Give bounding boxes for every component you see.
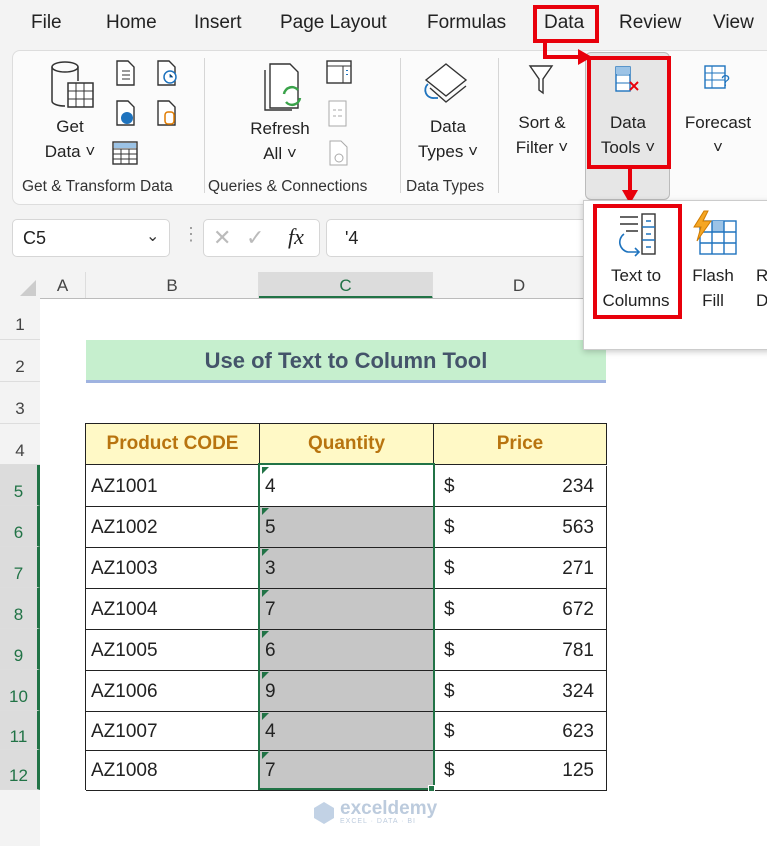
row-header-8[interactable]: 8 — [0, 588, 40, 629]
currency-symbol: $ — [444, 558, 455, 579]
enter-check-icon[interactable]: ✓ — [246, 225, 264, 251]
currency-symbol: $ — [444, 599, 455, 620]
cell-product-code[interactable]: AZ1006 — [86, 671, 260, 712]
cell-price[interactable]: $125 — [434, 751, 607, 791]
price-value: 623 — [562, 721, 594, 742]
row-header-6[interactable]: 6 — [0, 506, 40, 547]
remove-duplicates-label-1: Remove — [756, 263, 767, 288]
row-header-4[interactable]: 4 — [0, 424, 40, 465]
exceldemy-logo-icon — [314, 801, 334, 824]
cell-product-code[interactable]: AZ1007 — [86, 712, 260, 751]
insert-function-icon[interactable]: fx — [288, 224, 304, 250]
more-options-icon[interactable]: ⋮ — [182, 224, 200, 245]
flash-fill-button[interactable]: Flash Fill — [682, 263, 744, 313]
row-header-11[interactable]: 11 — [0, 711, 40, 750]
watermark-logo: exceldemy EXCEL · DATA · BI — [312, 798, 438, 825]
flash-fill-label-1: Flash — [692, 266, 734, 285]
header-quantity[interactable]: Quantity — [260, 424, 434, 465]
cell-product-code[interactable]: AZ1005 — [86, 630, 260, 671]
row-header-3[interactable]: 3 — [0, 382, 40, 424]
cell-price[interactable]: $623 — [434, 712, 607, 751]
currency-symbol: $ — [444, 681, 455, 702]
formula-value: '4 — [345, 228, 359, 248]
price-value: 781 — [562, 640, 594, 661]
currency-symbol: $ — [444, 760, 455, 781]
cell-price[interactable]: $271 — [434, 548, 607, 589]
cell-price[interactable]: $781 — [434, 630, 607, 671]
cell-price[interactable]: $563 — [434, 507, 607, 548]
remove-duplicates-button[interactable]: RemoveDuplicates — [756, 263, 767, 313]
sheet-title[interactable]: Use of Text to Column Tool — [86, 340, 606, 383]
highlight-text-to-columns — [593, 204, 682, 319]
column-header-d[interactable]: D — [433, 272, 606, 299]
column-header-b[interactable]: B — [86, 272, 259, 299]
row-header-12[interactable]: 12 — [0, 750, 40, 790]
row-header-10[interactable]: 10 — [0, 670, 40, 711]
currency-symbol: $ — [444, 640, 455, 661]
price-value: 125 — [562, 760, 594, 781]
price-value: 324 — [562, 681, 594, 702]
row-header-1[interactable]: 1 — [0, 298, 40, 340]
cell-product-code[interactable]: AZ1001 — [86, 466, 260, 507]
row-header-7[interactable]: 7 — [0, 547, 40, 588]
price-value: 234 — [562, 476, 594, 497]
row-header-5[interactable]: 5 — [0, 465, 40, 506]
price-value: 271 — [562, 558, 594, 579]
annotation-arrows — [543, 43, 638, 204]
watermark-name: exceldemy — [340, 798, 438, 819]
currency-symbol: $ — [444, 721, 455, 742]
cell-product-code[interactable]: AZ1003 — [86, 548, 260, 589]
name-box-value: C5 — [23, 228, 47, 248]
column-header-c[interactable]: C — [259, 272, 433, 299]
cell-product-code[interactable]: AZ1004 — [86, 589, 260, 630]
currency-symbol: $ — [444, 476, 455, 497]
cell-product-code[interactable]: AZ1008 — [86, 751, 260, 791]
flash-fill-label-2: Fill — [702, 291, 724, 310]
remove-duplicates-label-2: Duplicates — [756, 288, 767, 313]
select-all-corner[interactable] — [0, 272, 40, 299]
row-header-2[interactable]: 2 — [0, 340, 40, 382]
watermark-tagline: EXCEL · DATA · BI — [340, 818, 416, 825]
column-header-a[interactable]: A — [40, 272, 86, 299]
cell-price[interactable]: $324 — [434, 671, 607, 712]
header-product-code[interactable]: Product CODE — [86, 424, 260, 465]
header-price[interactable]: Price — [434, 424, 607, 465]
flash-fill-icon — [693, 210, 737, 255]
cell-price[interactable]: $234 — [434, 466, 607, 507]
formula-buttons: ✕ ✓ fx — [203, 219, 320, 257]
fill-handle[interactable] — [428, 785, 435, 792]
currency-symbol: $ — [444, 517, 455, 538]
price-value: 672 — [562, 599, 594, 620]
row-header-9[interactable]: 9 — [0, 629, 40, 670]
chevron-down-icon[interactable]: ⌄ — [146, 226, 159, 246]
selection-range — [258, 463, 435, 790]
cell-price[interactable]: $672 — [434, 589, 607, 630]
cell-product-code[interactable]: AZ1002 — [86, 507, 260, 548]
price-value: 563 — [562, 517, 594, 538]
name-box[interactable]: C5 ⌄ — [12, 219, 170, 257]
cancel-icon[interactable]: ✕ — [213, 225, 231, 251]
